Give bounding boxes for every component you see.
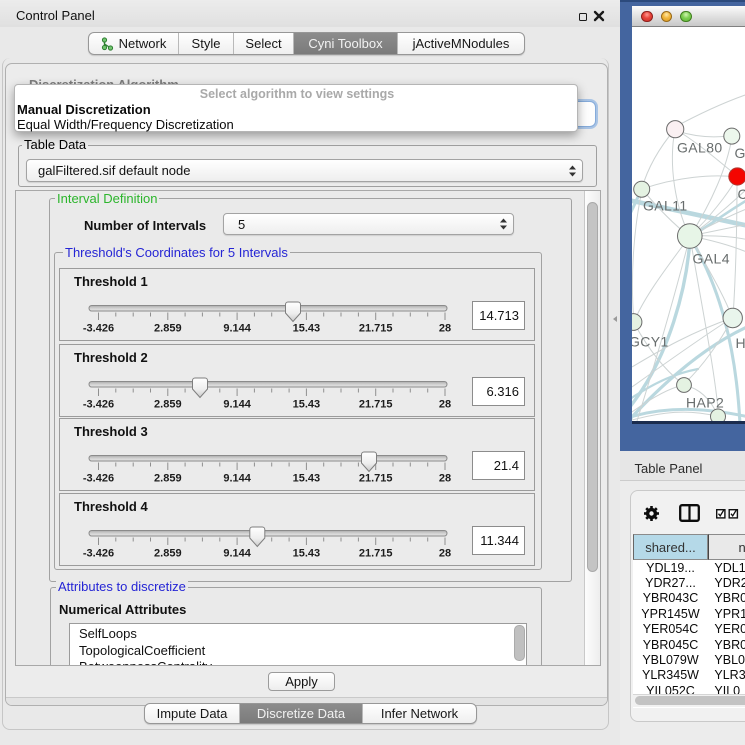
svg-text:-3.426: -3.426: [83, 473, 114, 485]
svg-text:15.43: 15.43: [293, 323, 321, 335]
svg-text:21.715: 21.715: [359, 323, 393, 335]
svg-text:15.43: 15.43: [293, 547, 321, 559]
svg-text:28: 28: [439, 399, 451, 411]
svg-text:2.859: 2.859: [154, 399, 182, 411]
svg-text:15.43: 15.43: [293, 473, 321, 485]
svg-text:15.43: 15.43: [293, 399, 321, 411]
svg-text:-3.426: -3.426: [83, 323, 114, 335]
svg-text:GCY1: GCY1: [632, 334, 669, 350]
svg-text:GAL80: GAL80: [677, 140, 723, 156]
svg-text:21.715: 21.715: [359, 547, 393, 559]
svg-text:GA: GA: [735, 145, 745, 161]
svg-text:28: 28: [439, 473, 451, 485]
svg-text:21.715: 21.715: [359, 473, 393, 485]
svg-text:9.144: 9.144: [223, 547, 251, 559]
svg-text:28: 28: [439, 547, 451, 559]
svg-text:21.715: 21.715: [359, 399, 393, 411]
svg-text:HI: HI: [736, 335, 745, 351]
svg-text:HAP2: HAP2: [686, 395, 724, 411]
svg-text:-3.426: -3.426: [83, 399, 114, 411]
svg-text:9.144: 9.144: [223, 323, 251, 335]
svg-text:GAL11: GAL11: [643, 198, 688, 214]
svg-text:2.859: 2.859: [154, 547, 182, 559]
svg-text:-3.426: -3.426: [83, 547, 114, 559]
svg-text:9.144: 9.144: [223, 473, 251, 485]
svg-text:28: 28: [439, 323, 451, 335]
svg-text:GAL4: GAL4: [693, 251, 730, 267]
svg-text:2.859: 2.859: [154, 323, 182, 335]
svg-text:9.144: 9.144: [223, 399, 251, 411]
svg-text:CY: CY: [738, 186, 745, 202]
svg-text:2.859: 2.859: [154, 473, 182, 485]
